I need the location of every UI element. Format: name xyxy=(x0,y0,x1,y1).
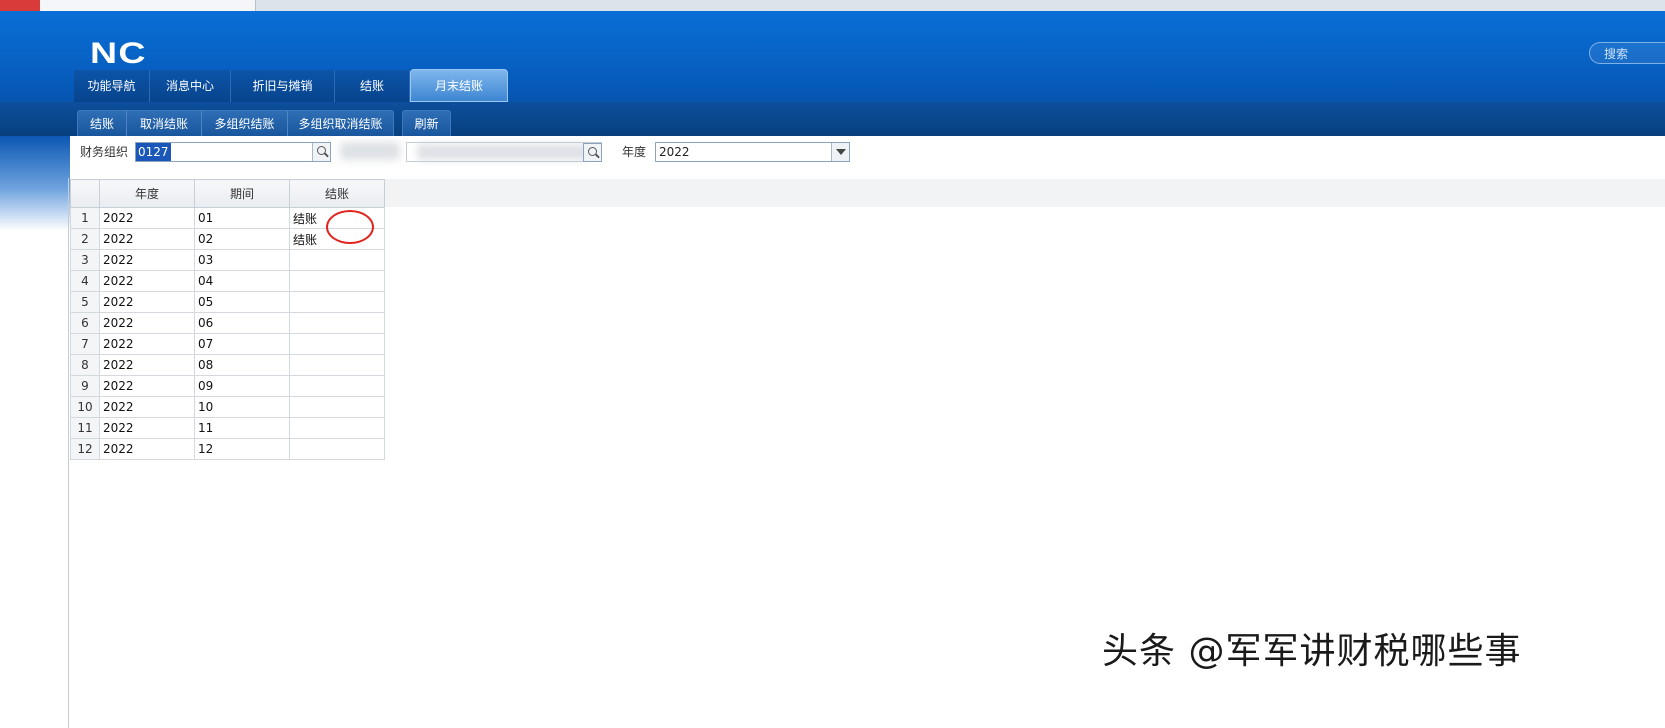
cell-period[interactable]: 07 xyxy=(194,333,290,355)
browser-indicator xyxy=(0,0,40,11)
year-select[interactable]: 2022 xyxy=(655,142,850,162)
tab-closing[interactable]: 结账 xyxy=(335,70,410,102)
cancel-close-button[interactable]: 取消结账 xyxy=(127,111,202,138)
table-row[interactable]: 8 2022 08 xyxy=(70,354,385,376)
row-number[interactable]: 3 xyxy=(70,249,100,271)
cell-year[interactable]: 2022 xyxy=(99,249,195,271)
cell-closed[interactable] xyxy=(289,354,385,376)
row-number[interactable]: 7 xyxy=(70,333,100,355)
year-label: 年度 xyxy=(622,145,647,159)
row-number[interactable]: 9 xyxy=(70,375,100,397)
multi-org-cancel-close-button[interactable]: 多组织取消结账 xyxy=(288,111,393,138)
cell-year[interactable]: 2022 xyxy=(99,333,195,355)
cell-year[interactable]: 2022 xyxy=(99,228,195,250)
cell-year[interactable]: 2022 xyxy=(99,354,195,376)
cell-period[interactable]: 08 xyxy=(194,354,290,376)
org-label: 财务组织 xyxy=(80,145,129,159)
chevron-down-icon[interactable] xyxy=(831,143,849,161)
cell-year[interactable]: 2022 xyxy=(99,207,195,229)
redacted-field[interactable] xyxy=(406,142,602,162)
cell-closed[interactable] xyxy=(289,312,385,334)
cell-period[interactable]: 02 xyxy=(194,228,290,250)
cell-period[interactable]: 01 xyxy=(194,207,290,229)
row-number[interactable]: 2 xyxy=(70,228,100,250)
cell-year[interactable]: 2022 xyxy=(99,312,195,334)
cell-closed[interactable] xyxy=(289,333,385,355)
row-number[interactable]: 8 xyxy=(70,354,100,376)
cell-closed[interactable] xyxy=(289,417,385,439)
table-row[interactable]: 12 2022 12 xyxy=(70,438,385,460)
cell-year[interactable]: 2022 xyxy=(99,291,195,313)
toolbar: 结账 取消结账 多组织结账 多组织取消结账 刷新 xyxy=(0,102,1665,139)
table-row[interactable]: 5 2022 05 xyxy=(70,291,385,313)
search-input[interactable]: 搜索 xyxy=(1589,42,1665,64)
redacted-value xyxy=(417,144,587,160)
org-value: 0127 xyxy=(136,143,171,161)
cell-year[interactable]: 2022 xyxy=(99,375,195,397)
search-icon[interactable] xyxy=(312,143,330,161)
column-header-year[interactable]: 年度 xyxy=(99,179,195,208)
table-row[interactable]: 3 2022 03 xyxy=(70,249,385,271)
cell-closed[interactable] xyxy=(289,291,385,313)
cell-period[interactable]: 06 xyxy=(194,312,290,334)
row-number-header xyxy=(70,179,100,208)
row-number[interactable]: 10 xyxy=(70,396,100,418)
cell-closed[interactable] xyxy=(289,270,385,292)
cell-period[interactable]: 11 xyxy=(194,417,290,439)
column-header-period[interactable]: 期间 xyxy=(194,179,290,208)
row-number[interactable]: 12 xyxy=(70,438,100,460)
cell-period[interactable]: 05 xyxy=(194,291,290,313)
tab-month-end-closing[interactable]: 月末结账 xyxy=(410,69,508,102)
cell-period[interactable]: 03 xyxy=(194,249,290,271)
closing-button-group: 结账 取消结账 多组织结账 多组织取消结账 xyxy=(77,110,394,139)
cell-period[interactable]: 10 xyxy=(194,396,290,418)
browser-tab-strip xyxy=(0,0,1665,11)
year-value: 2022 xyxy=(659,145,690,159)
cell-period[interactable]: 04 xyxy=(194,270,290,292)
redacted-area xyxy=(340,142,400,160)
close-account-button[interactable]: 结账 xyxy=(78,111,127,138)
table-row[interactable]: 9 2022 09 xyxy=(70,375,385,397)
cell-closed[interactable] xyxy=(289,396,385,418)
browser-tab[interactable] xyxy=(40,0,256,11)
table-row[interactable]: 6 2022 06 xyxy=(70,312,385,334)
multi-org-close-button[interactable]: 多组织结账 xyxy=(202,111,288,138)
cell-period[interactable]: 12 xyxy=(194,438,290,460)
cell-period[interactable]: 09 xyxy=(194,375,290,397)
row-number[interactable]: 11 xyxy=(70,417,100,439)
table-row[interactable]: 10 2022 10 xyxy=(70,396,385,418)
table-row[interactable]: 7 2022 07 xyxy=(70,333,385,355)
refresh-button-group: 刷新 xyxy=(402,110,451,139)
cell-closed[interactable] xyxy=(289,438,385,460)
tab-depreciation[interactable]: 折旧与摊销 xyxy=(231,70,335,102)
nav-tabs: 功能导航 消息中心 折旧与摊销 结账 月末结账 xyxy=(74,69,508,102)
tab-function-nav[interactable]: 功能导航 xyxy=(74,70,150,102)
table-body: 1 2022 01 结账 2 2022 02 结账 3 2022 03 4 2022 04 5 2022 05 6… xyxy=(70,207,385,460)
row-number[interactable]: 5 xyxy=(70,291,100,313)
cell-year[interactable]: 2022 xyxy=(99,396,195,418)
table-row[interactable]: 4 2022 04 xyxy=(70,270,385,292)
row-number[interactable]: 1 xyxy=(70,207,100,229)
cell-closed[interactable] xyxy=(289,375,385,397)
org-field[interactable]: 0127 xyxy=(135,142,331,162)
watermark: 头条 @军军讲财税哪些事 xyxy=(1102,631,1522,672)
refresh-button[interactable]: 刷新 xyxy=(403,111,450,138)
cell-year[interactable]: 2022 xyxy=(99,417,195,439)
row-number[interactable]: 4 xyxy=(70,270,100,292)
search-icon[interactable] xyxy=(583,143,602,162)
table-row[interactable]: 11 2022 11 xyxy=(70,417,385,439)
filter-bar: 财务组织 0127 年度 2022 xyxy=(70,136,1665,176)
tab-message-center[interactable]: 消息中心 xyxy=(150,70,231,102)
left-edge-decoration xyxy=(0,136,70,231)
cell-year[interactable]: 2022 xyxy=(99,438,195,460)
column-header-closed[interactable]: 结账 xyxy=(289,179,385,208)
nc-logo: NC xyxy=(90,37,147,70)
cell-closed[interactable] xyxy=(289,249,385,271)
annotation-circle xyxy=(326,210,374,244)
row-number[interactable]: 6 xyxy=(70,312,100,334)
table-header-row: 年度 期间 结账 xyxy=(70,179,385,208)
panel-border xyxy=(68,178,69,728)
cell-year[interactable]: 2022 xyxy=(99,270,195,292)
